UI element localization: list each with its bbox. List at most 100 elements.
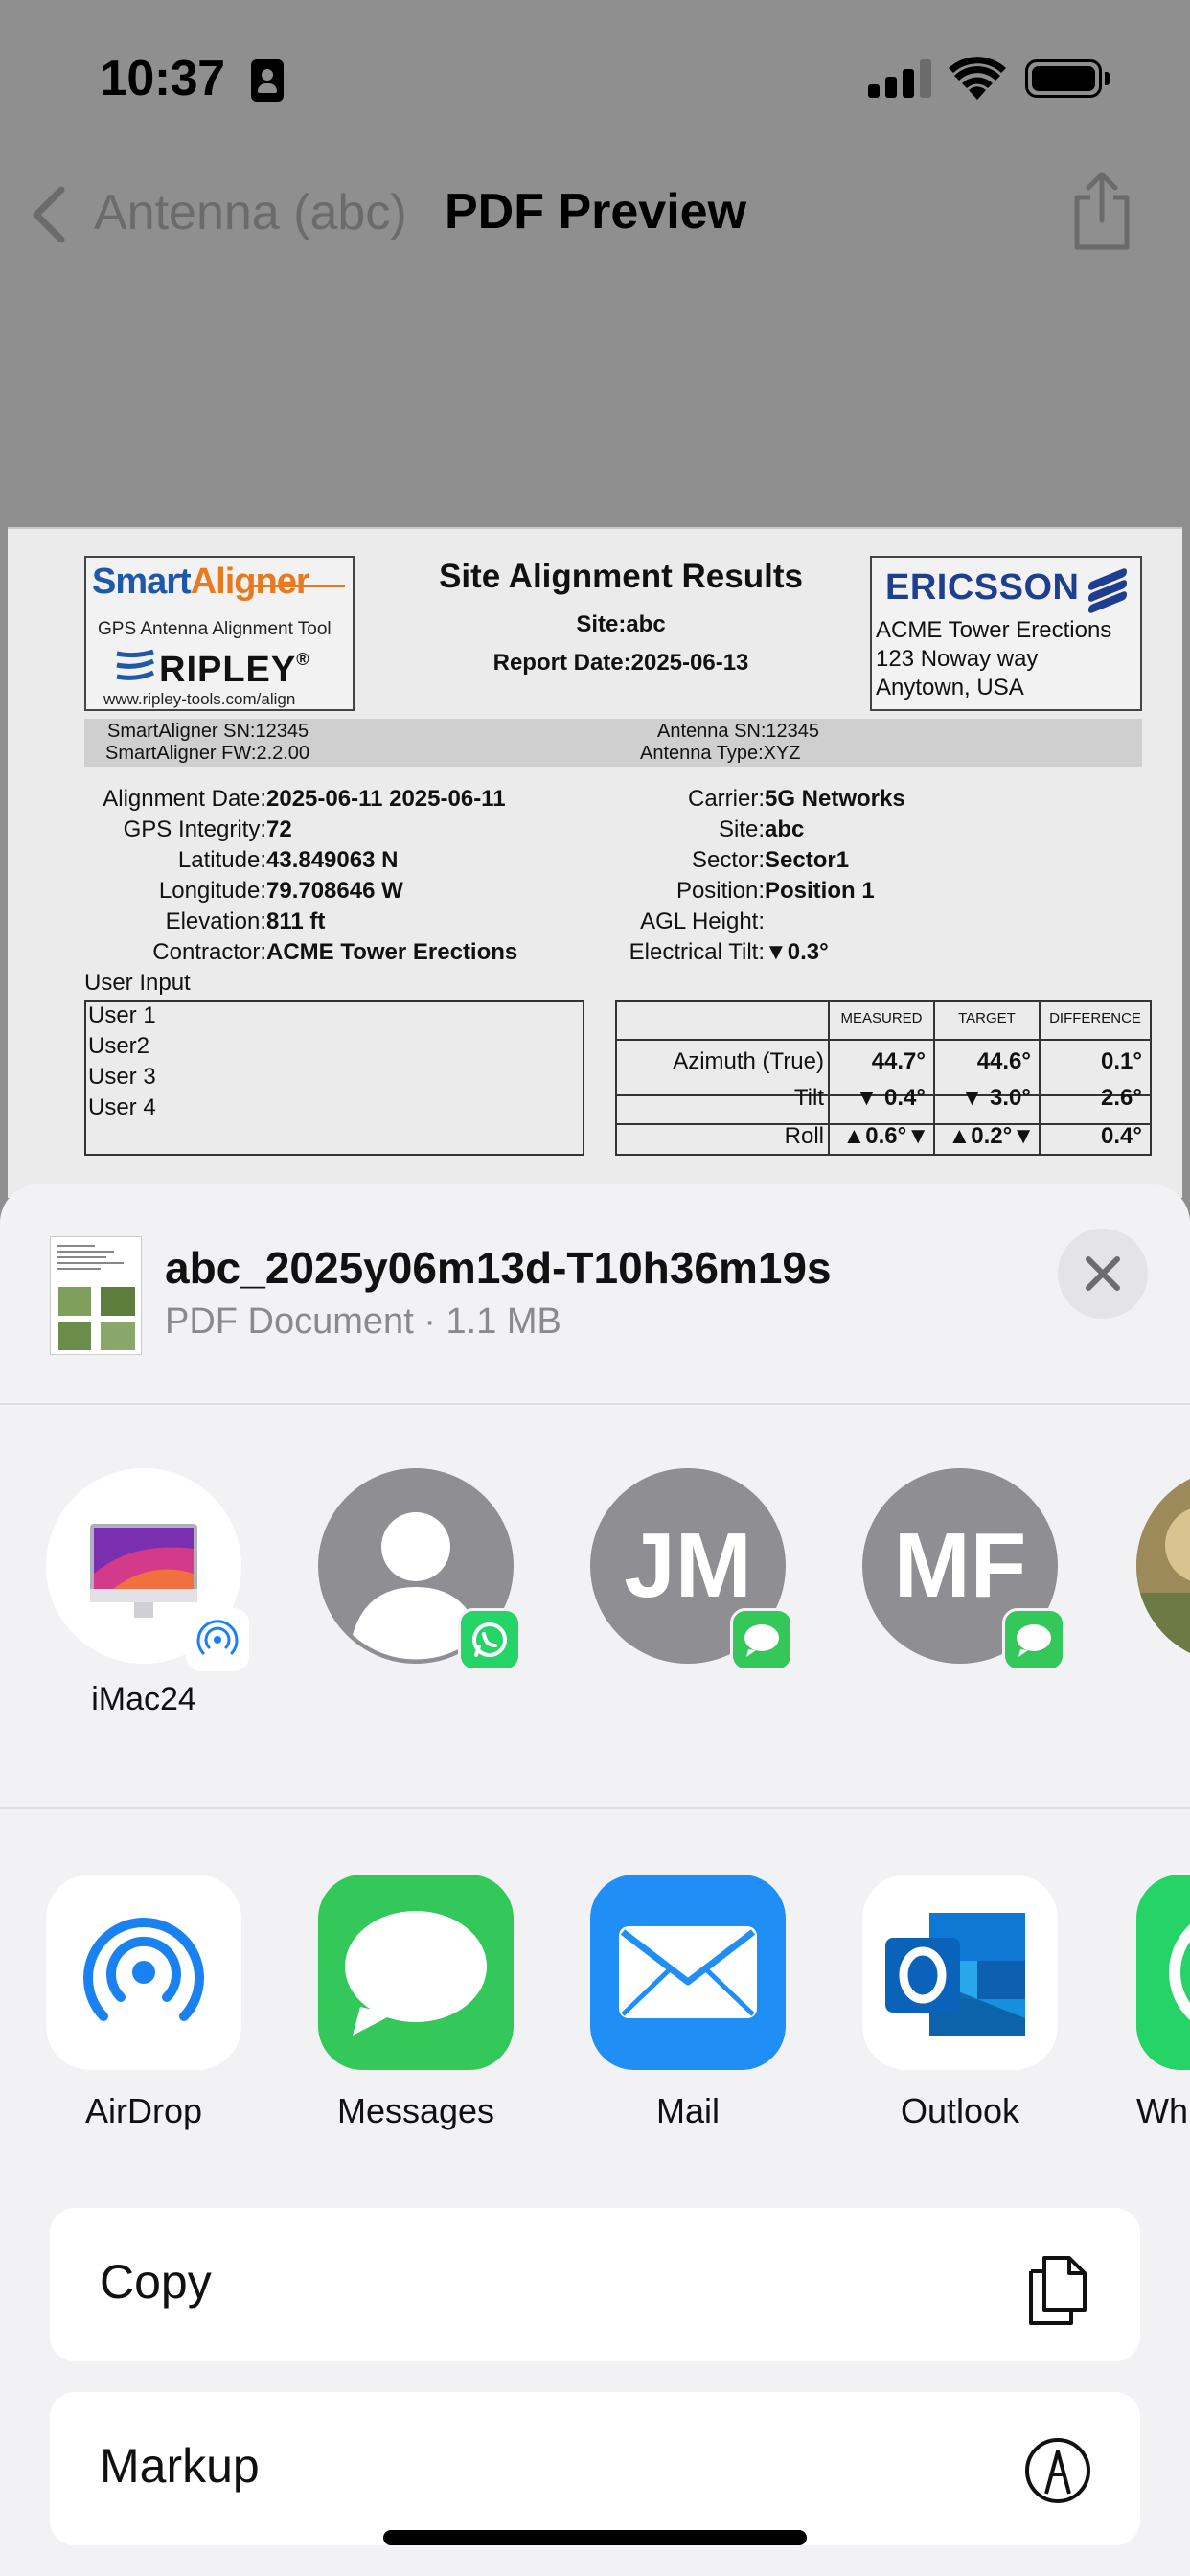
info-agl-height: AGL Height:: [640, 908, 765, 934]
copy-icon: [1029, 2256, 1087, 2325]
info-latitude: Latitude:43.849063 N: [177, 847, 399, 873]
mail-icon: [619, 1926, 757, 2018]
user-line: User 1: [88, 1002, 156, 1028]
report-site: Site:abc: [576, 611, 666, 637]
home-indicator[interactable]: [383, 2530, 807, 2545]
copy-action[interactable]: Copy: [50, 2208, 1140, 2361]
tilt-difference: 2.6°: [1101, 1085, 1142, 1111]
battery-icon: [1025, 59, 1110, 98]
aligner-fw: SmartAligner FW:2.2.00: [105, 743, 310, 764]
file-meta: PDF Document · 1.1 MB: [165, 1301, 561, 1342]
close-button[interactable]: [1058, 1229, 1148, 1319]
app-outlook[interactable]: [862, 1874, 1058, 2070]
app-label: Messages: [336, 2091, 495, 2130]
aligner-sn: SmartAligner SN:12345: [107, 721, 309, 742]
logo-arrow-icon: [249, 585, 345, 587]
ripley-mark-icon: [116, 649, 155, 680]
tilt-measured: ▼ 0.4°: [855, 1085, 926, 1111]
info-carrier: Carrier:5G Networks: [687, 786, 905, 812]
divider: [0, 1403, 1190, 1405]
person-imac24[interactable]: [46, 1468, 249, 1671]
logo-url: www.ripley-tools.com/align: [103, 690, 296, 708]
messages-badge-icon: [1002, 1608, 1065, 1671]
info-sector: Sector:Sector1: [691, 847, 850, 873]
app-messages[interactable]: [318, 1874, 514, 2070]
pdf-preview-page[interactable]: SmartAligner GPS Antenna Alignment Tool …: [8, 527, 1182, 1198]
app-whatsapp[interactable]: [1136, 1874, 1190, 2070]
logo-tagline: GPS Antenna Alignment Tool: [98, 619, 332, 639]
serial-number-bar: SmartAligner SN:12345 SmartAligner FW:2.…: [84, 719, 1142, 767]
info-gps-integrity: GPS Integrity:72: [123, 816, 292, 842]
company-address-1: 123 Noway way: [876, 646, 1039, 672]
logo-ripley-text: RIPLEY: [159, 650, 297, 690]
markup-label: Markup: [100, 2439, 260, 2493]
person-contact[interactable]: [318, 1468, 521, 1671]
app-label: Outlook: [900, 2091, 1020, 2130]
person-mf[interactable]: MF: [862, 1468, 1065, 1671]
roll-difference: 0.4°: [1101, 1123, 1142, 1149]
ericsson-mark-icon: [1088, 566, 1127, 615]
outlook-icon: [885, 1913, 1025, 2036]
contact-card-icon: [251, 59, 284, 102]
table-row-azimuth-label: Azimuth (True): [673, 1048, 824, 1074]
user-line: User 4: [88, 1094, 156, 1120]
messages-icon: [345, 1911, 487, 2036]
markup-action[interactable]: Markup: [50, 2392, 1140, 2545]
person-label: iMac24: [91, 1681, 196, 1717]
app-label: Mail: [655, 2091, 720, 2130]
wifi-icon: [949, 57, 1006, 100]
report-date: Report Date:2025-06-13: [492, 650, 749, 676]
antenna-sn: Antenna SN:12345: [657, 721, 820, 742]
airdrop-icon: [83, 1918, 204, 2021]
table-row-tilt-label: Tilt: [793, 1085, 824, 1111]
user-input-box: User 1 User2 User 3 User 4: [84, 1000, 584, 1156]
app-mail[interactable]: [590, 1874, 786, 2070]
azimuth-target: 44.6°: [976, 1048, 1031, 1074]
person-photo-avatar: [1136, 1468, 1190, 1664]
user-input-label: User Input: [84, 970, 191, 996]
measurement-table: MEASURED TARGET DIFFERENCE Azimuth (True…: [615, 1000, 1152, 1156]
copy-label: Copy: [100, 2255, 212, 2309]
app-label: AirDrop: [84, 2091, 203, 2130]
app-label: Wh: [1136, 2091, 1188, 2130]
roll-measured: ▲0.6°▼: [842, 1123, 929, 1149]
whatsapp-icon: [1169, 1923, 1190, 2021]
person-photo[interactable]: [1136, 1468, 1190, 1664]
table-header-difference: DIFFERENCE: [1049, 1010, 1141, 1026]
info-electrical-tilt: Electrical Tilt:▼0.3°: [629, 939, 829, 965]
smartaligner-logo: SmartAligner GPS Antenna Alignment Tool …: [84, 556, 355, 711]
status-time: 10:37: [100, 51, 225, 106]
app-airdrop[interactable]: [46, 1874, 241, 2070]
share-sheet: abc_2025y06m13d-T10h36m19s PDF Document …: [0, 1184, 1190, 2576]
info-site: Site:abc: [718, 816, 805, 842]
info-longitude: Longitude:79.708646 W: [158, 878, 403, 904]
ericsson-logo: ERICSSON: [885, 567, 1080, 608]
back-chevron-icon[interactable]: [27, 184, 69, 245]
close-icon: [1086, 1256, 1120, 1291]
messages-badge-icon: [730, 1608, 793, 1671]
status-bar: 10:37: [0, 0, 1190, 144]
azimuth-difference: 0.1°: [1101, 1048, 1142, 1074]
table-header-measured: MEASURED: [840, 1010, 923, 1026]
back-button[interactable]: Antenna (abc): [94, 184, 407, 242]
cellular-signal-icon: [868, 59, 931, 98]
table-row-roll-label: Roll: [784, 1123, 824, 1149]
azimuth-measured: 44.7°: [871, 1048, 926, 1074]
share-icon[interactable]: [1071, 171, 1133, 251]
info-alignment-date: Alignment Date:2025-06-11 2025-06-11: [103, 786, 506, 812]
share-sheet-header: abc_2025y06m13d-T10h36m19s PDF Document …: [0, 1184, 1190, 1405]
divider: [0, 1807, 1190, 1809]
roll-target: ▲0.2°▼: [948, 1123, 1035, 1149]
logo-aligner-text: Aligner: [190, 562, 310, 602]
person-jm[interactable]: JM: [590, 1468, 793, 1671]
company-address-2: Anytown, USA: [876, 675, 1024, 701]
document-thumbnail: [50, 1236, 142, 1355]
report-title: Site Alignment Results: [439, 558, 803, 595]
info-contractor: Contractor:ACME Tower Erections: [152, 939, 518, 965]
tilt-target: ▼ 3.0°: [960, 1085, 1031, 1111]
user-line: User2: [88, 1033, 150, 1059]
info-position: Position:Position 1: [675, 878, 875, 904]
file-name: abc_2025y06m13d-T10h36m19s: [165, 1243, 832, 1293]
user-line: User 3: [88, 1064, 156, 1090]
logo-smart-text: Smart: [92, 562, 192, 602]
